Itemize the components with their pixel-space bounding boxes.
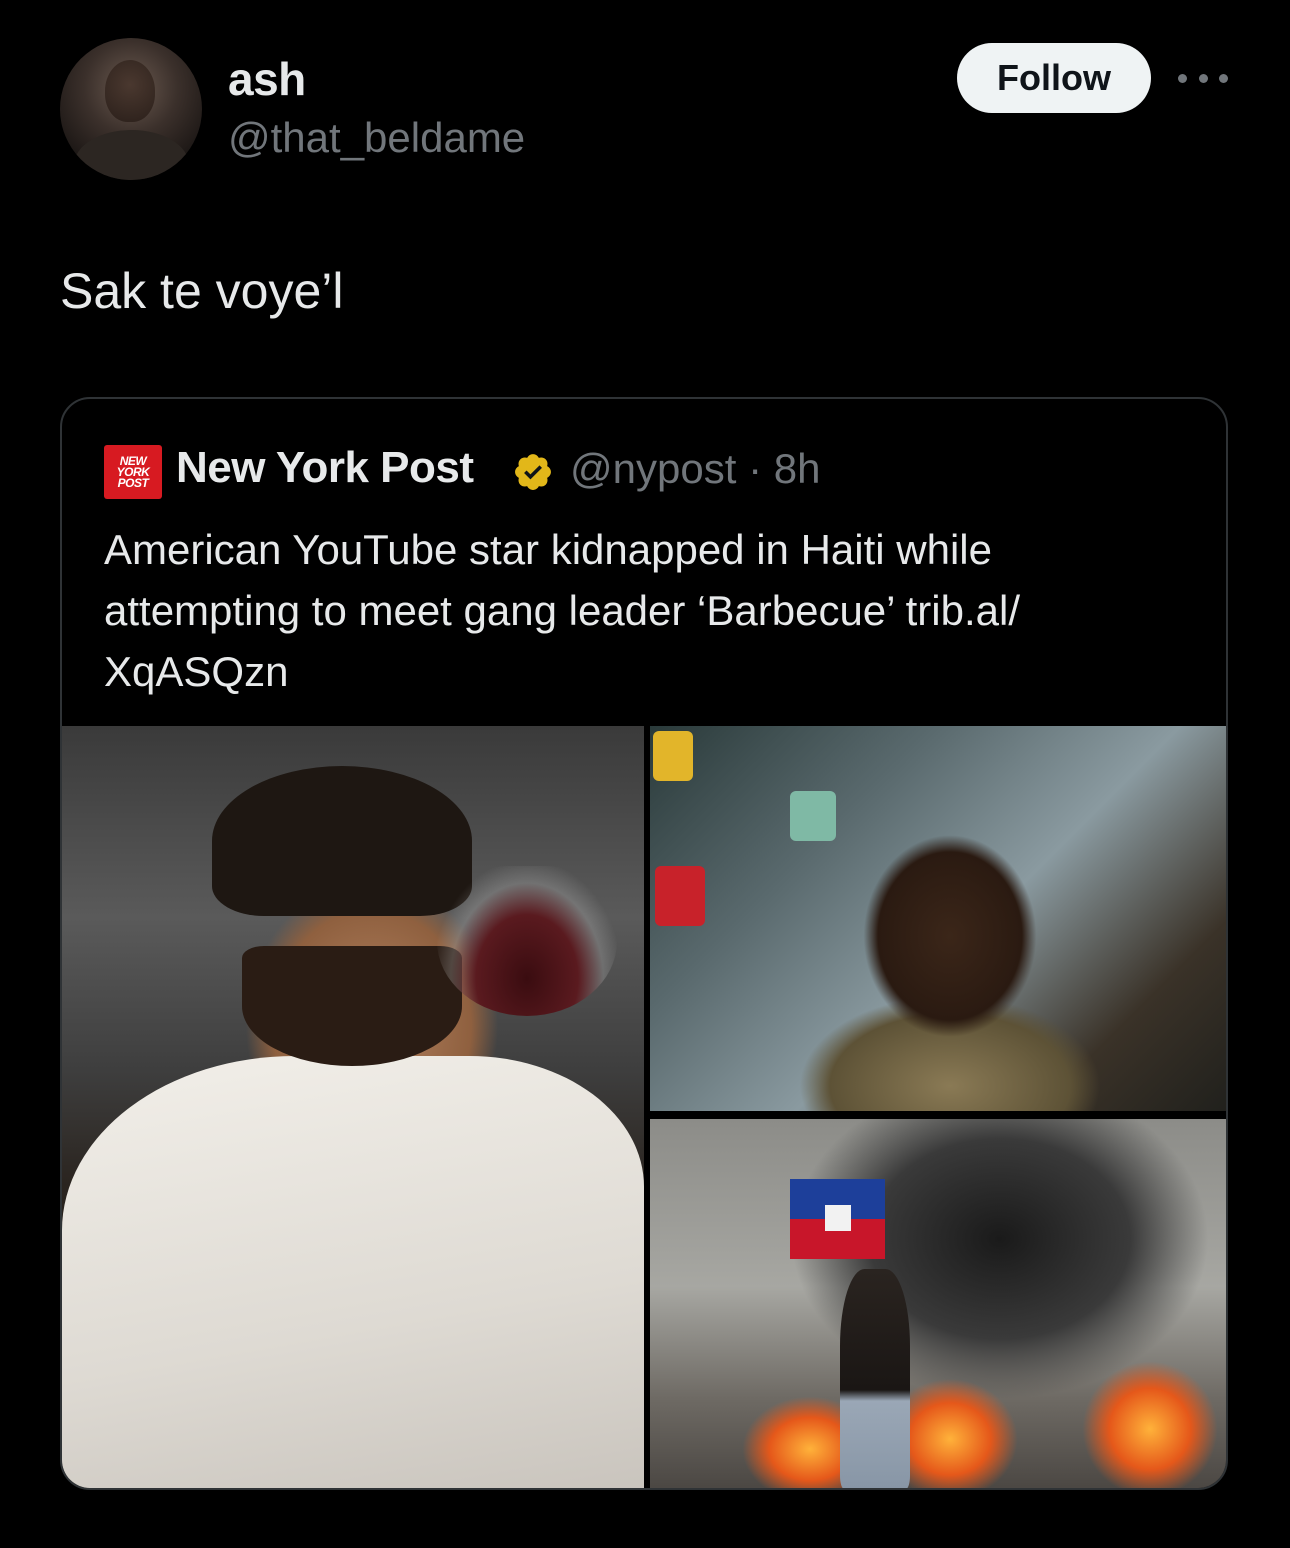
more-dot	[1219, 73, 1228, 83]
phone-shape	[655, 866, 705, 926]
logo-line: POST	[117, 475, 149, 490]
phone-shape	[790, 791, 836, 841]
photo-beard	[242, 946, 462, 1066]
photo-shirt	[62, 1056, 644, 1488]
more-dot	[1178, 73, 1187, 83]
verified-badge-icon	[515, 454, 551, 490]
protester-with-flag-fires-photo[interactable]	[650, 1119, 1226, 1488]
wine-glass	[437, 866, 617, 1016]
man-with-wine-glass-photo[interactable]	[62, 726, 644, 1488]
meta-separator: ·	[748, 445, 763, 492]
quoted-meta: @nypost · 8h	[570, 445, 820, 493]
quoted-media-grid[interactable]	[62, 726, 1226, 1488]
quoted-text: American YouTube star kidnapped in Haiti…	[104, 526, 1020, 695]
follow-button[interactable]: Follow	[957, 43, 1151, 113]
more-dot	[1198, 73, 1208, 83]
gang-leader-crowd-photo[interactable]	[650, 726, 1226, 1111]
avatar-face	[105, 60, 155, 122]
haitian-flag	[790, 1179, 885, 1259]
quoted-author-name[interactable]: New York Post	[176, 443, 474, 493]
tweet-text: Sak te voye’l	[60, 263, 344, 319]
quoted-tweet-card[interactable]: NEW YORK POST New York Post @nypost · 8h…	[60, 397, 1228, 1490]
nypost-logo[interactable]: NEW YORK POST	[104, 445, 162, 499]
quoted-handle[interactable]: @nypost	[570, 445, 736, 492]
author-avatar[interactable]	[60, 38, 202, 180]
quoted-time[interactable]: 8h	[774, 445, 821, 492]
protester-figure	[840, 1269, 910, 1488]
more-icon[interactable]	[1178, 58, 1228, 98]
author-handle[interactable]: @that_beldame	[228, 114, 525, 162]
author-display-name[interactable]: ash	[228, 52, 306, 106]
photo-hair	[212, 766, 472, 916]
avatar-shoulder	[74, 130, 189, 180]
tweet-view: ash @that_beldame Follow Sak te voye’l N…	[0, 0, 1290, 1548]
phone-shape	[653, 731, 693, 781]
